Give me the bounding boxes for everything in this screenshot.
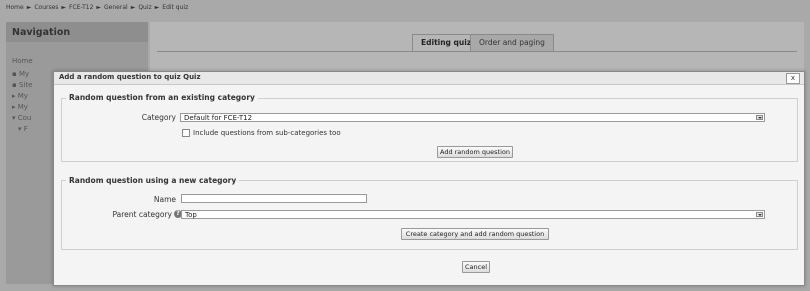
include-subcategories-checkbox[interactable]: [182, 129, 190, 137]
parent-category-value: Top: [185, 211, 197, 219]
cancel-button[interactable]: Cancel: [462, 261, 490, 273]
nav-item-courses[interactable]: ▾ Cou: [12, 114, 31, 122]
nav-item-my-home[interactable]: ▪ My: [12, 70, 29, 78]
chevron-down-icon: [756, 115, 763, 120]
category-select[interactable]: Default for FCE-T12: [180, 113, 765, 122]
add-random-question-dialog: Add a random question to quiz Quiz x Ran…: [53, 71, 805, 286]
breadcrumb-course[interactable]: FCE-T12: [69, 4, 93, 11]
navigation-title: Navigation: [12, 27, 71, 38]
breadcrumb-section[interactable]: General: [104, 4, 128, 11]
tabs-divider: [157, 51, 797, 52]
nav-item-course[interactable]: ▾ F: [18, 125, 28, 133]
bullet-icon: ▪: [12, 81, 19, 89]
existing-category-fieldset: [61, 98, 798, 162]
bullet-icon: ▪: [12, 70, 19, 78]
breadcrumb: Home ► Courses ► FCE-T12 ► General ► Quiz ► Edit q…: [6, 4, 188, 11]
nav-item-home[interactable]: Home: [12, 57, 33, 65]
new-category-legend: Random question using a new category: [66, 176, 240, 185]
breadcrumb-courses[interactable]: Courses: [34, 4, 58, 11]
close-icon[interactable]: x: [786, 73, 800, 84]
breadcrumb-separator: ►: [154, 4, 160, 11]
add-random-question-button[interactable]: Add random question: [437, 146, 513, 158]
name-label: Name: [153, 195, 176, 204]
breadcrumb-separator: ►: [61, 4, 67, 11]
breadcrumb-separator: ►: [96, 4, 102, 11]
dialog-title: Add a random question to quiz Quiz: [59, 73, 201, 81]
include-subcategories-label: Include questions from sub-categories to…: [193, 129, 341, 137]
name-input[interactable]: [181, 194, 367, 203]
category-label: Category: [141, 113, 176, 122]
tab-order-and-paging[interactable]: Order and paging: [470, 34, 554, 51]
breadcrumb-separator: ►: [130, 4, 136, 11]
nav-item-my-profile[interactable]: ▸ My: [12, 92, 28, 100]
nav-item-site-pages[interactable]: ▪ Site: [12, 81, 32, 89]
create-category-button[interactable]: Create category and add random question: [401, 228, 549, 240]
category-select-value: Default for FCE-T12: [184, 114, 253, 122]
breadcrumb-home[interactable]: Home: [6, 4, 24, 11]
chevron-down-icon: [756, 212, 763, 217]
existing-category-legend: Random question from an existing categor…: [66, 93, 258, 102]
nav-item-my-courses[interactable]: ▸ My: [12, 103, 28, 111]
breadcrumb-separator: ►: [26, 4, 32, 11]
breadcrumb-current: Edit quiz: [162, 4, 189, 11]
parent-category-label: Parent category: [112, 210, 172, 219]
breadcrumb-quiz[interactable]: Quiz: [138, 4, 151, 11]
parent-category-select[interactable]: Top: [181, 210, 765, 219]
